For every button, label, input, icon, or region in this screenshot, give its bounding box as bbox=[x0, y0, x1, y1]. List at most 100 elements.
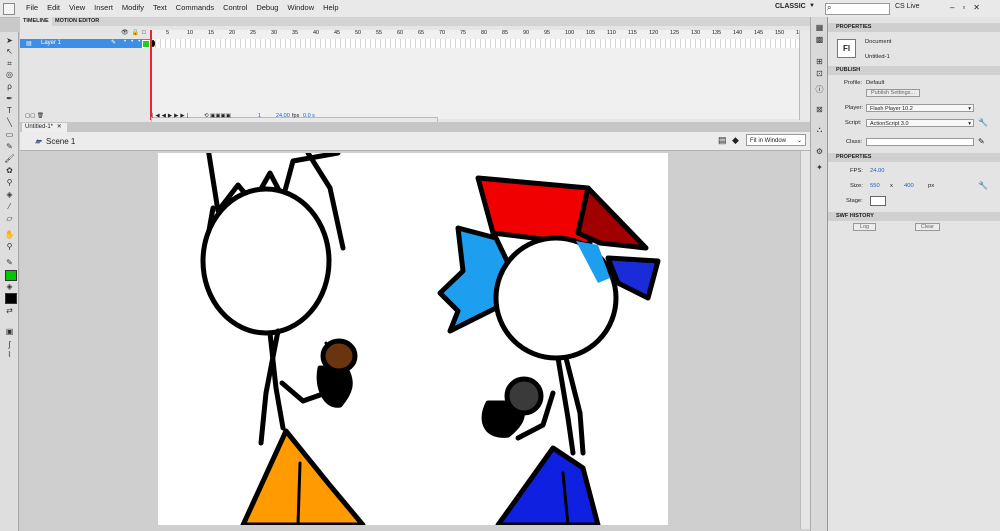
layer-row[interactable]: ▤ Layer 1 ✎ ••• bbox=[20, 39, 151, 48]
frame-number: 15 bbox=[208, 30, 215, 36]
color-panel-icon[interactable]: ▦ bbox=[814, 23, 825, 32]
smooth-icon[interactable]: ∫ bbox=[4, 340, 15, 349]
layer-outline-color[interactable] bbox=[142, 40, 150, 48]
transform-panel-icon[interactable]: ⊡ bbox=[814, 69, 825, 78]
zoom-select[interactable]: Fit in Window ⌄ bbox=[746, 134, 806, 146]
player-select[interactable]: Flash Player 10.2 ▾ bbox=[866, 104, 974, 112]
chevron-down-icon[interactable]: ▼ bbox=[809, 3, 815, 9]
text-tool-icon[interactable]: T bbox=[4, 106, 15, 115]
eyedropper-icon[interactable]: ⁄ bbox=[4, 202, 15, 211]
edit-symbols-icon[interactable]: ◆ bbox=[732, 135, 739, 146]
components-icon[interactable]: ⛬ bbox=[814, 125, 825, 134]
paint-bucket-icon[interactable]: ◈ bbox=[4, 190, 15, 199]
tab-timeline[interactable]: TIMELINE bbox=[20, 17, 52, 26]
new-layer-icon[interactable]: ▢▢ 🗑 bbox=[25, 113, 44, 119]
frame-number: 10 bbox=[187, 30, 194, 36]
straighten-icon[interactable]: ⌇ bbox=[4, 350, 15, 359]
edit-class-icon[interactable]: ✎ bbox=[978, 137, 985, 146]
lasso-icon[interactable]: ρ bbox=[4, 82, 15, 91]
menu-text[interactable]: Text bbox=[153, 3, 167, 12]
playback-controls[interactable]: |◀◀▶▶▶| bbox=[152, 113, 190, 119]
align-panel-icon[interactable]: ⊞ bbox=[814, 57, 825, 66]
subselection-tool-icon[interactable]: ↖ bbox=[4, 47, 15, 56]
menu-debug[interactable]: Debug bbox=[256, 3, 278, 12]
swf-history-header[interactable]: SWF HISTORY bbox=[828, 212, 1000, 221]
actions-icon[interactable]: ⚙ bbox=[814, 147, 825, 156]
window-controls[interactable]: –▫✕ bbox=[950, 3, 988, 12]
class-input[interactable] bbox=[866, 138, 974, 146]
wrench-icon[interactable]: 🔧 bbox=[978, 118, 988, 127]
brush-tool-icon[interactable]: 🖌 bbox=[4, 154, 15, 163]
menu-file[interactable]: File bbox=[26, 3, 38, 12]
pencil-tool-icon[interactable]: ✎ bbox=[4, 142, 15, 151]
menu-view[interactable]: View bbox=[69, 3, 85, 12]
menu-window[interactable]: Window bbox=[287, 3, 314, 12]
clear-button[interactable]: Clear bbox=[915, 223, 940, 231]
edit-scene-icon[interactable]: ▤ bbox=[718, 135, 727, 146]
right-character bbox=[437, 175, 661, 525]
timeline-scrollbar[interactable] bbox=[799, 30, 810, 120]
frame-number: 150 bbox=[775, 30, 785, 36]
library-icon[interactable]: ⊠ bbox=[814, 105, 825, 114]
current-frame[interactable]: 1 bbox=[258, 113, 261, 119]
chevron-down-icon: ▾ bbox=[968, 121, 971, 127]
document-tab[interactable]: Untitled-1* ✕ bbox=[22, 123, 67, 132]
layer-toggle-icons[interactable]: 👁🔒□ bbox=[121, 29, 149, 36]
tab-motion-editor[interactable]: MOTION EDITOR bbox=[52, 17, 102, 26]
fps-value[interactable]: 24.00 bbox=[870, 168, 885, 174]
menu-insert[interactable]: Insert bbox=[94, 3, 113, 12]
menu-commands[interactable]: Commands bbox=[176, 3, 214, 12]
stage-vscrollbar[interactable] bbox=[800, 151, 810, 529]
line-tool-icon[interactable]: ╲ bbox=[4, 118, 15, 127]
bone-tool-icon[interactable]: ⚲ bbox=[4, 178, 15, 187]
pen-tool-icon[interactable]: ✒ bbox=[4, 94, 15, 103]
hand-tool-icon[interactable]: ✋ bbox=[4, 230, 15, 239]
menu-help[interactable]: Help bbox=[323, 3, 338, 12]
script-select[interactable]: ActionScript 3.0 ▾ bbox=[866, 119, 974, 127]
chevron-down-icon: ▾ bbox=[968, 106, 971, 112]
selection-tool-icon[interactable]: ➤ bbox=[4, 36, 15, 45]
zoom-tool-icon[interactable]: ⚲ bbox=[4, 242, 15, 251]
swap-colors-icon[interactable]: ⇄ bbox=[4, 306, 15, 315]
frame-ruler[interactable]: 5 10 15 20 25 30 35 40 45 50 55 60 65 70 75 80 85 90 95 100… bbox=[151, 29, 802, 38]
menu-items: File Edit View Insert Modify Text Comman… bbox=[26, 3, 339, 12]
3d-rotation-icon[interactable]: ◎ bbox=[4, 70, 15, 79]
publish-header[interactable]: PUBLISH bbox=[828, 66, 1000, 75]
swatches-icon[interactable]: ▩ bbox=[814, 35, 825, 44]
eraser-icon[interactable]: ▱ bbox=[4, 214, 15, 223]
properties-panel-title[interactable]: PROPERTIES bbox=[828, 23, 1000, 32]
stroke-color-swatch[interactable] bbox=[5, 270, 17, 281]
playhead[interactable] bbox=[150, 30, 152, 120]
fill-color-swatch[interactable] bbox=[5, 293, 17, 304]
motion-presets-icon[interactable]: ✦ bbox=[814, 163, 825, 172]
wrench-icon[interactable]: 🔧 bbox=[978, 181, 988, 190]
workspace-switcher[interactable]: CLASSIC bbox=[775, 3, 806, 10]
menu-modify[interactable]: Modify bbox=[122, 3, 144, 12]
help-search-input[interactable] bbox=[825, 3, 890, 15]
deco-tool-icon[interactable]: ✿ bbox=[4, 166, 15, 175]
search-icon: ⌕ bbox=[827, 3, 832, 12]
stage[interactable] bbox=[158, 153, 668, 525]
info-panel-icon[interactable]: ⓘ bbox=[814, 85, 825, 94]
properties-header[interactable]: PROPERTIES bbox=[828, 153, 1000, 162]
script-value: ActionScript 3.0 bbox=[870, 121, 909, 127]
publish-settings-button[interactable]: Publish Settings... bbox=[866, 89, 920, 97]
close-icon[interactable]: ✕ bbox=[57, 124, 62, 130]
height-value[interactable]: 400 bbox=[904, 183, 914, 189]
stroke-color-icon[interactable]: ✎ bbox=[4, 258, 15, 267]
menu-edit[interactable]: Edit bbox=[47, 3, 60, 12]
cs-live-button[interactable]: CS Live bbox=[895, 3, 920, 10]
layer-name[interactable]: Layer 1 bbox=[41, 40, 61, 46]
menu-control[interactable]: Control bbox=[223, 3, 247, 12]
rectangle-tool-icon[interactable]: ▭ bbox=[4, 130, 15, 139]
loop-icon[interactable]: ⟲ ▣▣▣▣ bbox=[204, 113, 231, 119]
fill-color-icon[interactable]: ◈ bbox=[4, 282, 15, 291]
snap-to-objects-icon[interactable]: ▣ bbox=[4, 327, 15, 336]
scene-label[interactable]: Scene 1 bbox=[46, 137, 75, 146]
width-value[interactable]: 550 bbox=[870, 183, 880, 189]
log-button[interactable]: Log bbox=[853, 223, 876, 231]
stage-color-swatch[interactable] bbox=[870, 196, 886, 206]
fps-readout[interactable]: 24.00 bbox=[276, 113, 290, 119]
free-transform-icon[interactable]: ⌗ bbox=[4, 59, 15, 68]
layer-frame-row[interactable] bbox=[151, 39, 799, 48]
